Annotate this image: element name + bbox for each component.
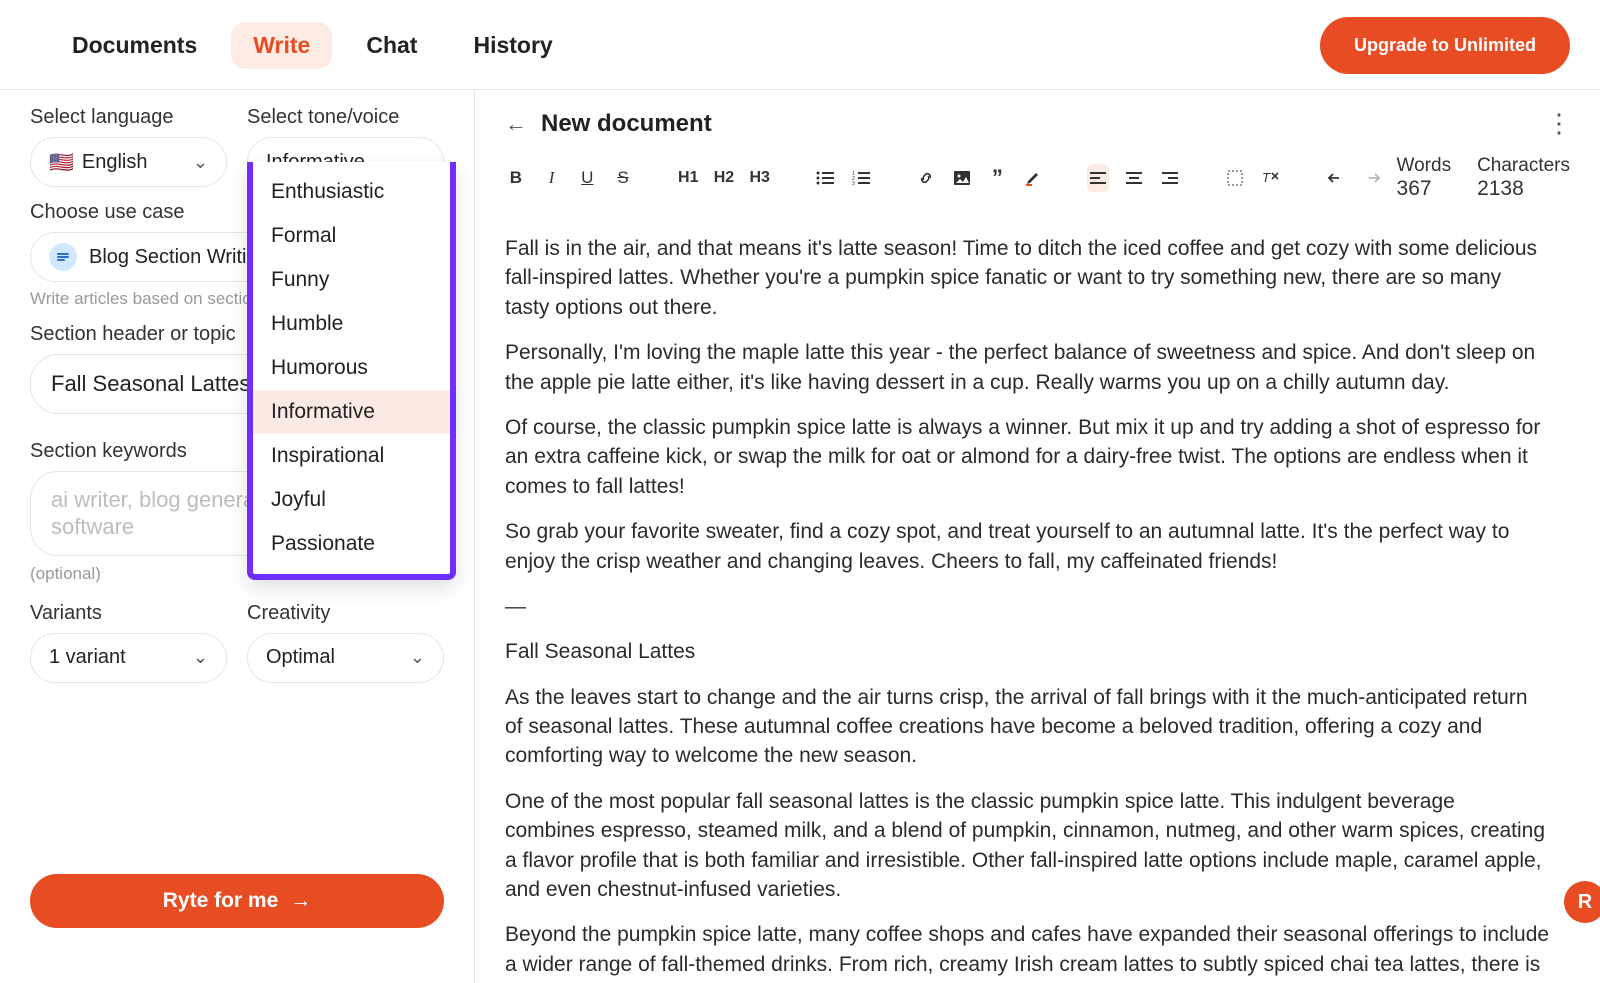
image-button[interactable] xyxy=(951,164,973,192)
tone-option[interactable]: Joyful xyxy=(253,478,450,522)
paragraph: — xyxy=(505,592,1550,621)
writing-icon xyxy=(49,243,77,271)
back-arrow-icon[interactable]: ← xyxy=(505,111,527,137)
tone-option[interactable]: Passionate xyxy=(253,522,450,566)
bullet-list-button[interactable] xyxy=(814,164,836,192)
italic-button[interactable]: I xyxy=(541,164,563,192)
undo-button[interactable] xyxy=(1325,164,1347,192)
variants-value: 1 variant xyxy=(49,646,126,669)
strikethrough-button[interactable]: S xyxy=(612,164,634,192)
paragraph: So grab your favorite sweater, find a co… xyxy=(505,517,1550,576)
numbered-list-button[interactable]: 123 xyxy=(850,164,872,192)
tone-option[interactable]: Humble xyxy=(253,302,450,346)
tone-option[interactable]: Formal xyxy=(253,214,450,258)
paragraph: Of course, the classic pumpkin spice lat… xyxy=(505,413,1550,501)
language-select[interactable]: 🇺🇸 English ⌄ xyxy=(30,137,227,187)
ryte-for-me-button[interactable]: Ryte for me → xyxy=(30,874,444,928)
language-label: Select language xyxy=(30,106,227,129)
svg-text:T: T xyxy=(1262,170,1271,185)
optional-text: (optional) xyxy=(30,564,101,584)
h1-button[interactable]: H1 xyxy=(677,164,699,192)
upgrade-button[interactable]: Upgrade to Unlimited xyxy=(1320,17,1570,74)
paragraph: Beyond the pumpkin spice latte, many cof… xyxy=(505,920,1550,981)
chevron-down-icon: ⌄ xyxy=(193,647,208,668)
tone-label: Select tone/voice xyxy=(247,106,444,129)
quote-button[interactable]: ” xyxy=(986,164,1008,192)
brand-fab-icon[interactable]: R xyxy=(1564,881,1600,923)
paragraph: One of the most popular fall seasonal la… xyxy=(505,787,1550,905)
document-title: New document xyxy=(541,110,712,138)
select-all-button[interactable] xyxy=(1224,164,1246,192)
arrow-right-icon: → xyxy=(290,889,311,913)
highlight-button[interactable] xyxy=(1022,164,1044,192)
clear-formatting-button[interactable]: T xyxy=(1260,164,1282,192)
top-nav: Documents Write Chat History Upgrade to … xyxy=(0,0,1600,90)
chevron-down-icon: ⌄ xyxy=(410,647,425,668)
creativity-value: Optimal xyxy=(266,646,335,669)
align-center-button[interactable] xyxy=(1123,164,1145,192)
tone-option[interactable]: Inspirational xyxy=(253,434,450,478)
creativity-label: Creativity xyxy=(247,602,444,625)
align-left-button[interactable] xyxy=(1087,164,1109,192)
more-menu-icon[interactable]: ⋮ xyxy=(1546,108,1570,139)
tone-option[interactable]: Informative xyxy=(253,390,450,434)
redo-button[interactable] xyxy=(1361,164,1383,192)
document-body[interactable]: Fall is in the air, and that means it's … xyxy=(505,216,1570,981)
tone-option[interactable]: Funny xyxy=(253,258,450,302)
align-right-button[interactable] xyxy=(1159,164,1181,192)
creativity-select[interactable]: Optimal ⌄ xyxy=(247,633,444,683)
tone-dropdown-menu: EnthusiasticFormalFunnyHumbleHumorousInf… xyxy=(247,162,456,580)
link-button[interactable] xyxy=(915,164,937,192)
tone-option[interactable]: Humorous xyxy=(253,346,450,390)
ryte-for-me-label: Ryte for me xyxy=(163,889,279,913)
tab-history[interactable]: History xyxy=(451,22,574,69)
editor-toolbar: B I U S H1 H2 H3 123 ” T xyxy=(505,151,1570,216)
svg-text:3: 3 xyxy=(852,181,855,185)
underline-button[interactable]: U xyxy=(576,164,598,192)
tone-option[interactable]: Enthusiastic xyxy=(253,170,450,214)
bold-button[interactable]: B xyxy=(505,164,527,192)
language-value: English xyxy=(82,151,148,174)
sidebar: Select language 🇺🇸 English ⌄ Select tone… xyxy=(0,90,475,983)
paragraph: Fall Seasonal Lattes xyxy=(505,637,1550,666)
usecase-value: Blog Section Writing xyxy=(89,246,269,269)
editor-pane: ← New document ⋮ B I U S H1 H2 H3 123 ” xyxy=(475,90,1600,983)
h2-button[interactable]: H2 xyxy=(713,164,735,192)
paragraph: As the leaves start to change and the ai… xyxy=(505,683,1550,771)
variants-label: Variants xyxy=(30,602,227,625)
chevron-down-icon: ⌄ xyxy=(193,152,208,173)
character-count: Characters 2138 xyxy=(1477,155,1570,201)
flag-icon: 🇺🇸 xyxy=(49,150,74,175)
paragraph: Personally, I'm loving the maple latte t… xyxy=(505,338,1550,397)
paragraph: Fall is in the air, and that means it's … xyxy=(505,234,1550,322)
word-count: Words 367 xyxy=(1397,155,1452,201)
variants-select[interactable]: 1 variant ⌄ xyxy=(30,633,227,683)
tab-chat[interactable]: Chat xyxy=(344,22,439,69)
tab-documents[interactable]: Documents xyxy=(50,22,219,69)
tab-write[interactable]: Write xyxy=(231,22,332,69)
h3-button[interactable]: H3 xyxy=(749,164,771,192)
